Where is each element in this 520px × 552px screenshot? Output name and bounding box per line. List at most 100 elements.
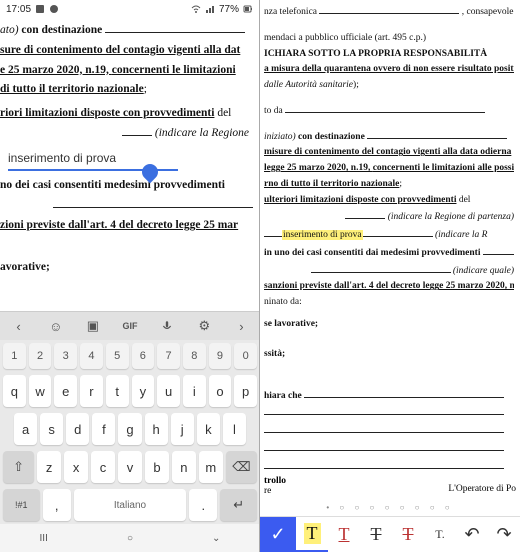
nav-home-icon[interactable]: ○: [127, 533, 133, 544]
key-7[interactable]: 7: [157, 343, 180, 369]
key-j[interactable]: j: [171, 413, 194, 445]
text-note-button[interactable]: T.: [424, 517, 456, 552]
doc-text: iniziato): [264, 132, 298, 142]
blank-line: [53, 198, 253, 208]
key-d[interactable]: d: [66, 413, 89, 445]
battery-text: 77%: [219, 4, 239, 15]
blank-line: [483, 245, 514, 255]
input-value: inserimento di prova: [8, 151, 116, 165]
key-z[interactable]: z: [37, 451, 61, 483]
doc-text: rno di tutto il territorio nazionale: [264, 179, 399, 189]
text-strike-red-button[interactable]: T: [392, 517, 424, 552]
doc-text: (indicare la Regione di partenza): [388, 212, 514, 222]
signal-icon: [205, 4, 215, 14]
key-2[interactable]: 2: [29, 343, 52, 369]
key-comma[interactable]: ,: [43, 489, 71, 521]
key-y[interactable]: y: [132, 375, 155, 407]
key-s[interactable]: s: [40, 413, 63, 445]
kbd-collapse-icon[interactable]: ‹: [10, 317, 28, 335]
doc-text: concernenti le limitazioni: [112, 64, 236, 76]
doc-text: no dei casi consentiti: [0, 179, 104, 191]
emoji-icon[interactable]: ☺: [47, 317, 65, 335]
format-toolbar: ✓ T T T T T. ↶ ↷: [260, 516, 520, 552]
qwerty-row-1: q w e r t y u i o p: [0, 372, 260, 410]
voice-icon[interactable]: [158, 317, 176, 335]
key-p[interactable]: p: [234, 375, 257, 407]
key-g[interactable]: g: [118, 413, 141, 445]
key-space[interactable]: Italiano: [74, 489, 187, 521]
key-b[interactable]: b: [145, 451, 169, 483]
key-v[interactable]: v: [118, 451, 142, 483]
key-9[interactable]: 9: [209, 343, 232, 369]
key-m[interactable]: m: [199, 451, 223, 483]
left-document[interactable]: ato) con destinazione sure di contenimen…: [0, 18, 259, 283]
key-u[interactable]: u: [157, 375, 180, 407]
gif-icon[interactable]: GIF: [121, 317, 139, 335]
blank-line: [264, 227, 282, 237]
kbd-expand-icon[interactable]: ›: [232, 317, 250, 335]
doc-text: riori limitazioni disposte con provvedim…: [0, 107, 214, 119]
blank-line: [304, 388, 504, 398]
blank-line: [122, 126, 152, 136]
key-e[interactable]: e: [54, 375, 77, 407]
key-r[interactable]: r: [80, 375, 103, 407]
nav-back-icon[interactable]: ⌄: [212, 533, 220, 544]
key-0[interactable]: 0: [234, 343, 257, 369]
key-6[interactable]: 6: [132, 343, 155, 369]
sticker-icon[interactable]: ▣: [84, 317, 102, 335]
key-n[interactable]: n: [172, 451, 196, 483]
battery-icon: [243, 4, 253, 14]
doc-text: con destinazione: [298, 132, 365, 142]
confirm-button[interactable]: ✓: [260, 517, 296, 552]
undo-button[interactable]: ↶: [456, 517, 488, 552]
key-period[interactable]: .: [189, 489, 217, 521]
doc-text: medesimi provvedimenti: [104, 179, 225, 191]
doc-text: trollo re: [264, 476, 286, 496]
doc-text: (indicare quale): [453, 266, 514, 276]
nav-recent-icon[interactable]: III: [40, 533, 48, 544]
key-c[interactable]: c: [91, 451, 115, 483]
key-w[interactable]: w: [29, 375, 52, 407]
blank-line: [345, 209, 385, 219]
doc-text: misure di contenimento del contagio vige…: [264, 147, 511, 157]
doc-text: mendaci a pubblico ufficiale (art. 495 c…: [264, 33, 426, 43]
key-a[interactable]: a: [14, 413, 37, 445]
key-h[interactable]: h: [145, 413, 168, 445]
blank-line: [264, 405, 504, 415]
key-t[interactable]: t: [106, 375, 129, 407]
key-f[interactable]: f: [92, 413, 115, 445]
key-i[interactable]: i: [183, 375, 206, 407]
key-symbols[interactable]: !#1: [3, 489, 40, 521]
number-row: 1 2 3 4 5 6 7 8 9 0: [0, 340, 260, 372]
doc-text: con destinazione: [21, 24, 102, 36]
text-color-button[interactable]: T: [296, 517, 328, 552]
key-k[interactable]: k: [197, 413, 220, 445]
right-document[interactable]: nza telefonica , consapevole delle cons …: [260, 0, 520, 480]
blank-line: [264, 459, 504, 469]
key-1[interactable]: 1: [3, 343, 26, 369]
keyboard-toolbar: ‹ ☺ ▣ GIF ⚙ ›: [0, 312, 260, 340]
key-enter[interactable]: ↵: [220, 489, 257, 521]
key-backspace[interactable]: ⌫: [226, 451, 257, 483]
doc-text: del: [214, 107, 231, 119]
doc-text: L'Operatore di Po: [448, 484, 516, 494]
doc-text: se lavorative;: [264, 319, 318, 329]
text-underline-button[interactable]: T: [328, 517, 360, 552]
key-3[interactable]: 3: [54, 343, 77, 369]
text-strike-button[interactable]: T: [360, 517, 392, 552]
settings-icon[interactable]: ⚙: [195, 317, 213, 335]
doc-text: , consapevole delle cons: [459, 7, 514, 17]
key-o[interactable]: o: [209, 375, 232, 407]
key-5[interactable]: 5: [106, 343, 129, 369]
key-l[interactable]: l: [223, 413, 246, 445]
highlighted-text[interactable]: inserimento di prova: [282, 230, 363, 240]
key-q[interactable]: q: [3, 375, 26, 407]
key-x[interactable]: x: [64, 451, 88, 483]
doc-text: zioni previste dall'art. 4 del decreto l…: [0, 219, 238, 231]
qwerty-row-4: !#1 , Italiano . ↵: [0, 486, 260, 524]
key-8[interactable]: 8: [183, 343, 206, 369]
key-4[interactable]: 4: [80, 343, 103, 369]
redo-button[interactable]: ↷: [488, 517, 520, 552]
key-shift[interactable]: ⇧: [3, 451, 34, 483]
status-notif-icon: [49, 4, 59, 14]
